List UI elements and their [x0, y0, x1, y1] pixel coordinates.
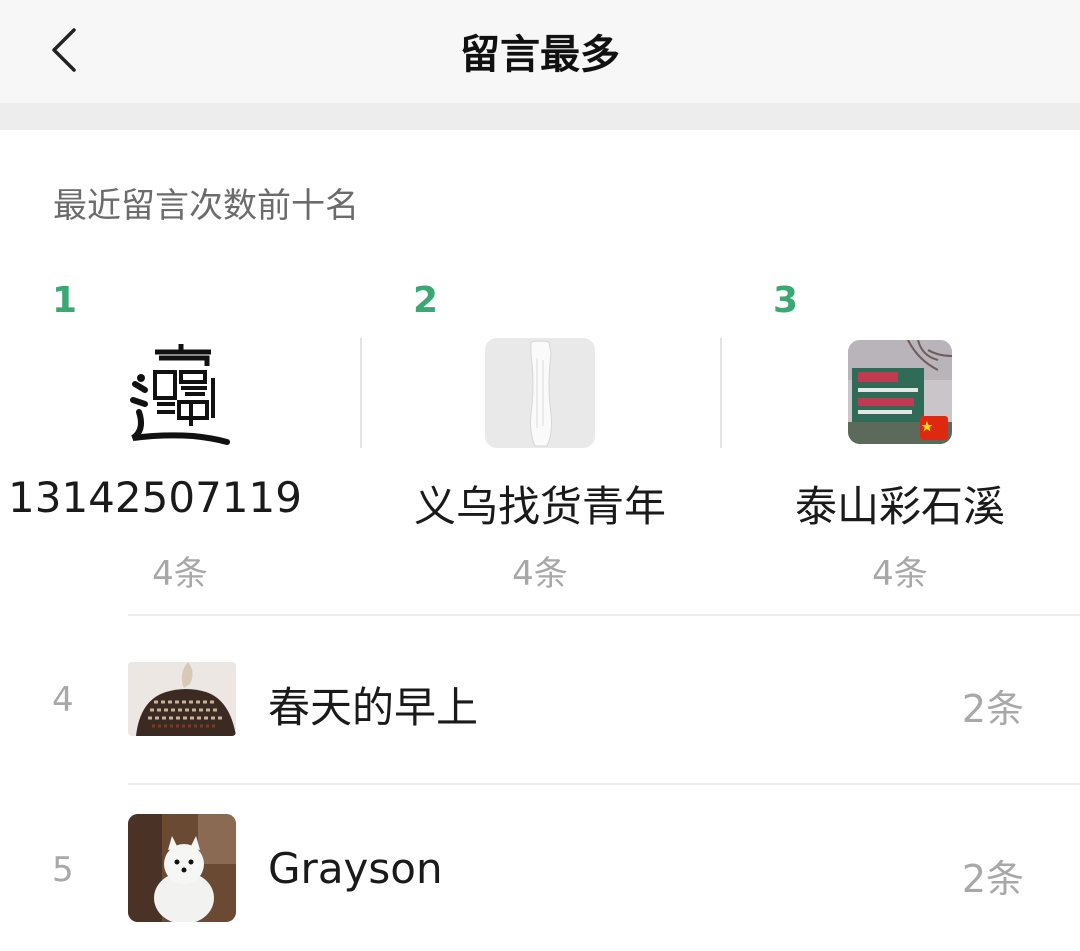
podium-count: 4条 — [152, 554, 208, 594]
podium-name: 泰山彩石溪 — [794, 482, 1005, 531]
podium-item-3[interactable]: 3 泰山彩石溪 4条 — [720, 270, 1080, 600]
row-divider — [128, 614, 1080, 616]
scenic-sign-avatar[interactable] — [848, 340, 952, 444]
rank-number: 2 — [413, 280, 439, 321]
podium-item-1[interactable]: 1 13142507119 4条 — [0, 270, 360, 600]
list-item-name: Grayson — [268, 844, 443, 893]
page-title: 留言最多 — [460, 32, 620, 78]
list-item-count: 2条 — [961, 687, 1024, 731]
calligraphy-character-avatar[interactable] — [125, 338, 235, 448]
list-item-name: 春天的早上 — [268, 683, 479, 732]
podium-item-2[interactable]: 2 义乌找货青年 4条 — [360, 270, 720, 600]
section-separator — [0, 103, 1080, 130]
top-three-podium: 1 13142507119 4条 2 义乌找货青年 4条 3 泰山彩石溪 4条 — [0, 270, 1080, 600]
podium-name: 13142507119 — [8, 473, 302, 522]
row-divider — [128, 783, 1080, 785]
sweater-photo-avatar[interactable] — [128, 662, 236, 736]
rank-number: 3 — [773, 280, 799, 321]
white-dog-avatar[interactable] — [128, 814, 236, 922]
navigation-bar: 留言最多 — [0, 0, 1080, 103]
rank-number: 4 — [52, 680, 74, 720]
section-subtitle: 最近留言次数前十名 — [53, 186, 359, 226]
rank-number: 1 — [52, 280, 78, 321]
podium-name: 义乌找货青年 — [413, 482, 666, 531]
white-garment-avatar[interactable] — [485, 338, 595, 448]
list-item[interactable]: 4 春天的早上 2条 — [0, 630, 1080, 770]
podium-count: 4条 — [512, 554, 568, 594]
list-item[interactable]: 5 Grayson 2条 — [0, 800, 1080, 940]
podium-count: 4条 — [872, 554, 928, 594]
rank-number: 5 — [52, 850, 74, 890]
list-item-count: 2条 — [961, 857, 1024, 901]
